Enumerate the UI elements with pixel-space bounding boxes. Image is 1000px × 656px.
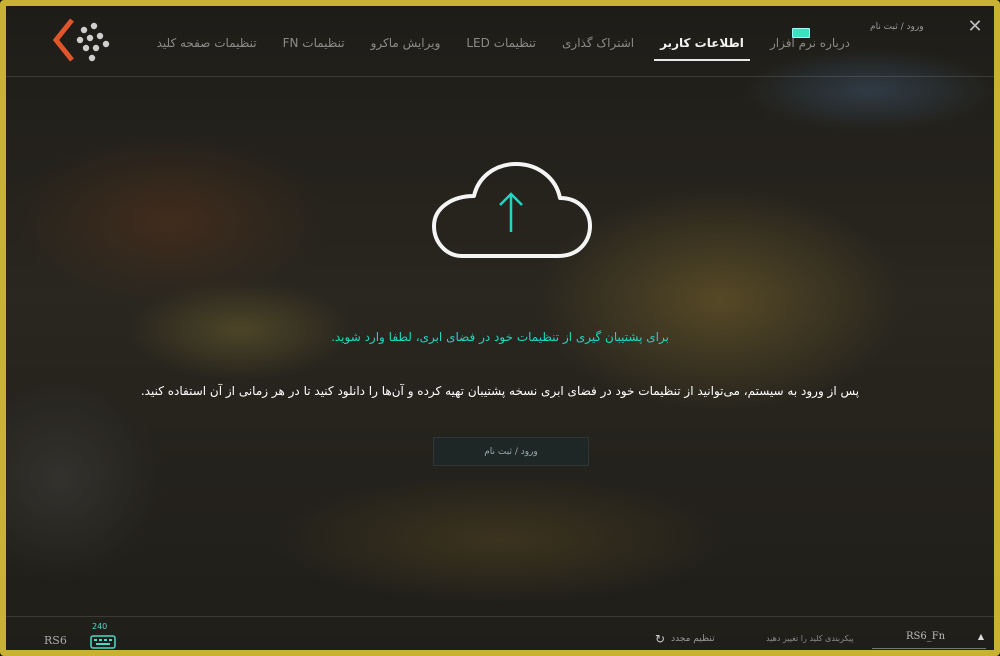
refresh-icon: ↻	[655, 632, 666, 646]
tab-user-info[interactable]: اطلاعات کاربر	[654, 36, 750, 61]
login-prompt-message: برای پشتیبان گیری از تنظیمات خود در فضای…	[331, 330, 669, 344]
close-button[interactable]: ✕	[966, 18, 984, 36]
caret-up-icon: ▲	[977, 632, 984, 641]
main-nav: درباره نرم افزار اطلاعات کاربر اشتراک گذ…	[157, 36, 850, 61]
app-logo[interactable]	[50, 14, 114, 68]
tab-led-settings[interactable]: LED تنظیمات	[466, 36, 536, 50]
tab-macro-editor[interactable]: ویرایش ماکرو	[371, 36, 441, 50]
cloud-upload-icon	[432, 162, 592, 258]
layer-select-value: RS6_Fn	[906, 631, 946, 642]
tab-sharing[interactable]: اشتراک گذاری	[562, 36, 634, 50]
top-divider	[6, 76, 994, 77]
layer-select[interactable]: RS6_Fn ▲	[872, 628, 986, 649]
keyboard-model-label: RS6	[44, 634, 67, 647]
tab-keyboard-settings[interactable]: تنظیمات صفحه کلید	[157, 36, 257, 50]
reset-button[interactable]: ↻ تنظیم مجدد	[655, 632, 715, 646]
cloud-backup-description: پس از ورود به سیستم، می‌توانید از تنظیما…	[140, 384, 860, 398]
change-key-config-link[interactable]: پیکربندی کلید را تغییر دهید	[766, 634, 854, 643]
background-overlay	[0, 0, 1000, 656]
battery-icon	[792, 28, 810, 38]
tab-about[interactable]: درباره نرم افزار	[770, 36, 850, 50]
keyboard-icon[interactable]	[90, 630, 116, 650]
bottom-bar: RS6 240 ↻ تنظیم مجدد پیکربندی کلید را تغ…	[0, 616, 1000, 656]
tab-fn-settings[interactable]: FN تنظیمات	[283, 36, 345, 50]
top-bar: درباره نرم افزار اطلاعات کاربر اشتراک گذ…	[0, 0, 1000, 80]
login-button[interactable]: ورود / ثبت نام	[433, 437, 589, 466]
signin-link[interactable]: ورود / ثبت نام	[870, 22, 924, 32]
reset-label: تنظیم مجدد	[671, 634, 715, 644]
bottom-divider	[6, 616, 994, 617]
